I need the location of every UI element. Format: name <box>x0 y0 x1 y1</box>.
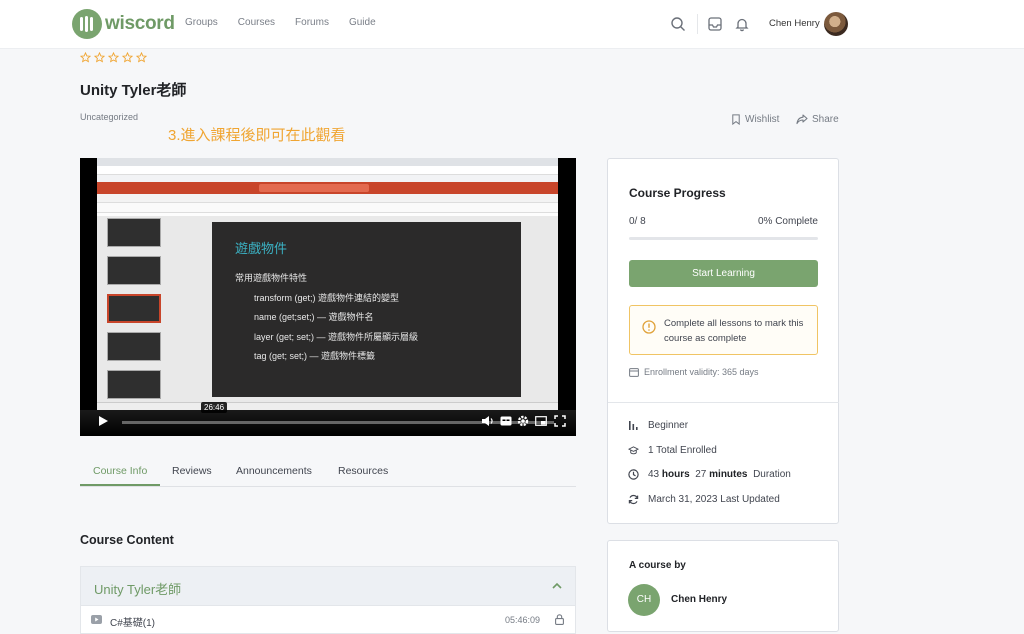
nav-courses[interactable]: Courses <box>238 17 275 28</box>
duration-hours: 43 <box>648 469 660 480</box>
captions-icon[interactable] <box>500 416 512 426</box>
course-progress-card: Course Progress 0/ 8 0% Complete Start L… <box>607 158 839 524</box>
meta-level: Beginner <box>628 420 688 431</box>
enrolled-text: 1 Total Enrolled <box>648 445 717 456</box>
course-by-label: A course by <box>629 560 686 571</box>
calendar-icon <box>629 368 639 377</box>
top-header: wiscord Groups Courses Forums Guide Chen… <box>0 0 1024 49</box>
share-icon <box>796 114 808 125</box>
logo-text: wiscord <box>105 13 175 34</box>
slide-title: 遊戲物件 <box>235 241 288 256</box>
completion-notice: Complete all lessons to mark this course… <box>629 305 818 355</box>
meta-enrolled: 1 Total Enrolled <box>628 445 717 456</box>
graduation-cap-icon <box>628 446 639 455</box>
duration-minutes-label: minutes <box>709 469 748 480</box>
start-learning-button[interactable]: Start Learning <box>629 260 818 287</box>
lesson-title: C#基礎(1) <box>110 618 156 629</box>
nav-guide[interactable]: Guide <box>349 17 376 28</box>
star-icon <box>122 52 133 63</box>
inbox-icon[interactable] <box>707 16 723 32</box>
duration-label: Duration <box>753 469 791 480</box>
progress-count: 0/ 8 <box>629 216 646 227</box>
slide: 遊戲物件 常用遊戲物件特性 transform (get;) 遊戲物件連結的變型… <box>212 222 521 397</box>
video-frame-content: 遊戲物件 常用遊戲物件特性 transform (get;) 遊戲物件連結的變型… <box>97 158 558 410</box>
lesson-item[interactable]: C#基礎(1) 05:46:09 <box>80 606 576 634</box>
rating-stars <box>80 52 147 63</box>
annotation-note: 3.進入課程後即可在此觀看 <box>168 127 346 144</box>
tab-course-info[interactable]: Course Info <box>93 465 147 477</box>
card-divider <box>608 402 839 403</box>
share-button[interactable]: Share <box>796 114 839 125</box>
progress-title: Course Progress <box>629 186 726 200</box>
star-icon <box>80 52 91 63</box>
lesson-duration: 05:46:09 <box>505 615 541 625</box>
volume-icon[interactable] <box>481 415 495 427</box>
duration-hours-label: hours <box>661 469 690 480</box>
user-name[interactable]: Chen Henry <box>769 18 820 29</box>
settings-icon[interactable] <box>517 415 529 427</box>
chevron-up-icon[interactable] <box>551 580 563 592</box>
instructor-name[interactable]: Chen Henry <box>671 594 727 605</box>
share-label: Share <box>812 114 839 125</box>
star-icon <box>94 52 105 63</box>
nav-groups[interactable]: Groups <box>185 17 218 28</box>
star-icon <box>108 52 119 63</box>
enrollment-validity: Enrollment validity: 365 days <box>629 367 759 377</box>
play-icon[interactable] <box>98 415 109 427</box>
video-icon <box>91 615 102 624</box>
tab-reviews[interactable]: Reviews <box>172 465 212 477</box>
nav-forums[interactable]: Forums <box>295 17 329 28</box>
main-nav: Groups Courses Forums Guide <box>185 17 396 28</box>
topic-accordion-header[interactable]: Unity Tyler老師 <box>80 566 576 606</box>
bell-icon[interactable] <box>734 16 750 32</box>
tab-announcements[interactable]: Announcements <box>236 465 312 477</box>
lock-icon <box>555 614 564 625</box>
level-text: Beginner <box>648 420 689 431</box>
header-divider <box>697 14 698 34</box>
wishlist-button[interactable]: Wishlist <box>731 114 779 125</box>
level-bars-icon <box>629 421 638 430</box>
slide-line: transform (get;) 遊戲物件連結的變型 <box>254 293 400 303</box>
fullscreen-icon[interactable] <box>554 415 566 427</box>
instructor-card: A course by CH Chen Henry <box>607 540 839 632</box>
logo-icon <box>72 9 102 39</box>
course-tabs: Course Info Reviews Announcements Resour… <box>80 458 576 487</box>
course-category[interactable]: Uncategorized <box>80 112 138 122</box>
search-icon[interactable] <box>670 16 686 32</box>
alert-icon <box>642 320 656 334</box>
slide-line: name (get;set;) — 遊戲物件名 <box>254 312 374 322</box>
meta-updated: March 31, 2023 Last Updated <box>628 494 780 505</box>
duration-minutes: 27 <box>695 469 707 480</box>
user-avatar[interactable] <box>824 12 848 36</box>
progress-percent: 0% Complete <box>757 216 818 227</box>
notice-text: Complete all lessons to mark this course… <box>664 318 804 344</box>
wishlist-label: Wishlist <box>745 114 780 125</box>
course-content-heading: Course Content <box>80 533 174 547</box>
updated-text: March 31, 2023 Last Updated <box>648 494 780 505</box>
tab-resources[interactable]: Resources <box>338 465 388 477</box>
video-time-tooltip: 26:46 <box>201 402 228 413</box>
refresh-icon <box>628 494 639 505</box>
clock-icon <box>628 469 639 480</box>
progress-bar <box>629 237 818 240</box>
site-logo[interactable]: wiscord <box>72 9 175 39</box>
validity-text: Enrollment validity: 365 days <box>644 367 759 377</box>
meta-duration: 43 hours 27 minutes Duration <box>628 469 791 480</box>
slide-line: layer (get; set;) — 遊戲物件所屬顯示層級 <box>254 332 419 342</box>
active-tab-indicator <box>80 484 160 486</box>
video-player[interactable]: 遊戲物件 常用遊戲物件特性 transform (get;) 遊戲物件連結的變型… <box>80 158 576 436</box>
topic-title: Unity Tyler老師 <box>94 582 182 597</box>
star-icon <box>136 52 147 63</box>
bookmark-icon <box>732 114 740 125</box>
slide-line: tag (get; set;) — 遊戲物件標籤 <box>254 351 376 361</box>
instructor-avatar[interactable]: CH <box>628 584 660 616</box>
slide-line: 常用遊戲物件特性 <box>235 273 308 283</box>
course-title: Unity Tyler老師 <box>80 82 187 99</box>
miniplayer-icon[interactable] <box>535 416 547 426</box>
